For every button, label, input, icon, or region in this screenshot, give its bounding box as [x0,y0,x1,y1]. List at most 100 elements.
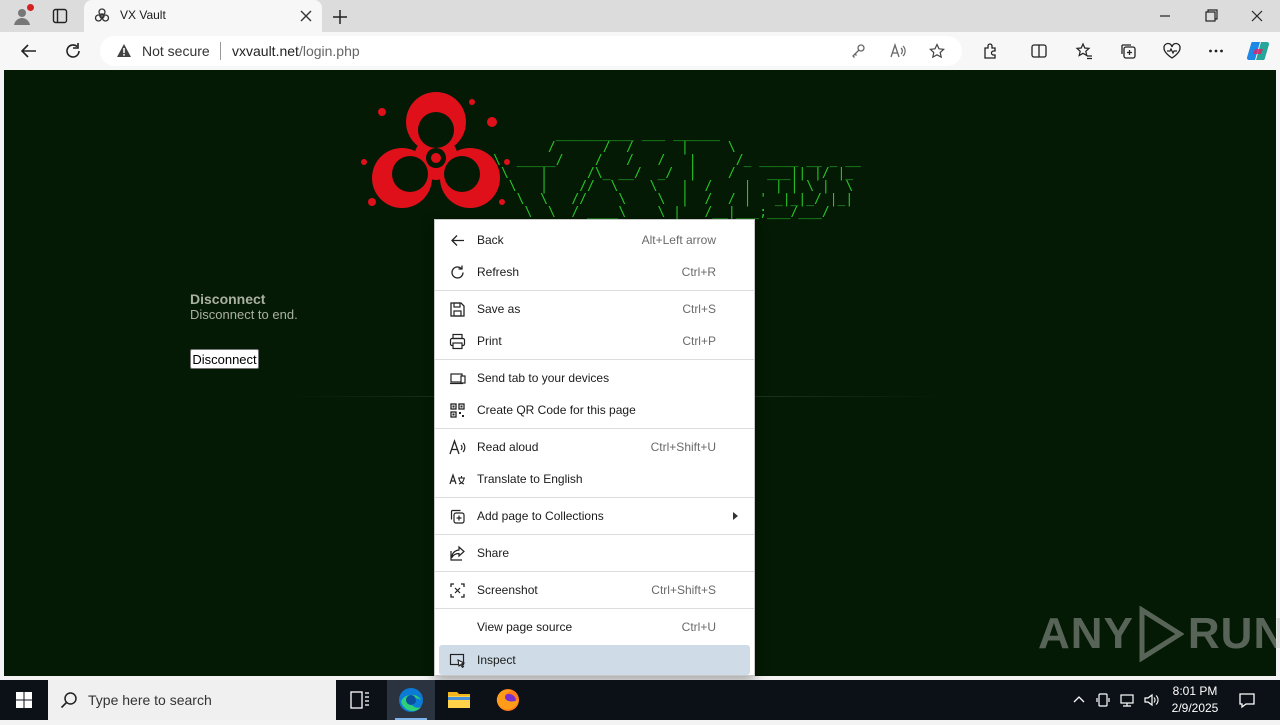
minimize-icon[interactable] [1150,6,1180,26]
tab-actions-icon[interactable] [52,8,68,24]
menu-item-label: Print [477,334,502,348]
clock-date: 2/9/2025 [1171,701,1219,715]
menu-item-view-source[interactable]: View page source Ctrl+U [439,612,750,642]
menu-divider [435,428,754,429]
menu-divider [435,290,754,291]
address-bar[interactable]: Not secure vxvault.net/login.php [100,36,962,66]
edge-taskbar-icon[interactable] [387,680,435,720]
disconnect-heading: Disconnect [190,291,266,307]
close-window-icon[interactable] [1242,6,1272,26]
collections-toolbar-icon[interactable] [1119,42,1137,60]
menu-item-read-aloud[interactable]: Read aloud Ctrl+Shift+U [439,432,750,462]
profile-badge [27,4,34,11]
menu-item-shortcut: Ctrl+P [682,334,716,348]
back-button-icon[interactable] [18,40,40,62]
volume-icon[interactable] [1143,692,1159,708]
menu-item-label: Screenshot [477,583,538,597]
menu-item-share[interactable]: Share [439,538,750,568]
notifications-icon[interactable] [1238,691,1256,709]
menu-item-print[interactable]: Print Ctrl+P [439,326,750,356]
search-icon [60,691,78,709]
extensions-icon[interactable] [982,42,1000,60]
back-arrow-icon [449,232,466,249]
menu-item-translate[interactable]: Translate to English [439,464,750,494]
menu-item-save-as[interactable]: Save as Ctrl+S [439,294,750,324]
play-icon [1139,606,1184,662]
inspect-icon [449,652,466,669]
menu-item-shortcut: Ctrl+S [682,302,716,316]
tab-title: VX Vault [120,8,166,22]
menu-item-shortcut: Ctrl+R [681,265,716,279]
favorites-icon[interactable] [1075,42,1093,60]
anyrun-watermark: ANY RUN [1038,606,1280,662]
menu-divider [435,534,754,535]
new-tab-icon[interactable] [330,7,350,27]
menu-item-shortcut: Ctrl+U [681,620,716,634]
save-icon [449,301,466,318]
menu-item-refresh[interactable]: Refresh Ctrl+R [439,257,750,287]
split-screen-icon[interactable] [1030,42,1048,60]
close-tab-icon[interactable] [298,8,314,24]
menu-item-label: Share [477,546,510,560]
menu-item-label: Refresh [477,265,520,279]
menu-divider [435,359,754,360]
favorite-star-icon[interactable] [928,43,946,59]
show-hidden-icons-icon[interactable] [1071,692,1087,708]
screenshot-icon [449,582,466,599]
menu-item-send-tab[interactable]: Send tab to your devices [439,363,750,393]
browser-toolbar: Not secure vxvault.net/login.php [0,32,1280,70]
security-status[interactable]: Not secure [142,43,210,59]
url-path: /login.php [298,43,360,59]
more-options-icon[interactable] [1207,42,1225,60]
vx-vault-ascii-logo: __________ ___ ______ / / / | \ \ _____/… [493,127,861,232]
menu-item-qr-code[interactable]: Create QR Code for this page [439,395,750,425]
warning-icon[interactable] [116,43,132,59]
refresh-button-icon[interactable] [62,40,84,62]
menu-item-label: Translate to English [477,472,583,486]
menu-item-label: View page source [477,620,573,634]
start-button-icon[interactable] [0,680,48,720]
menu-item-add-to-collections[interactable]: Add page to Collections [439,501,750,531]
menu-item-screenshot[interactable]: Screenshot Ctrl+Shift+S [439,575,750,605]
clock-time: 8:01 PM [1172,684,1218,698]
password-key-icon[interactable] [850,43,866,59]
tab-vx-vault[interactable]: VX Vault [84,0,322,32]
devices-icon [449,370,466,387]
qr-code-icon [449,402,466,419]
url-domain: vxvault.net [232,43,299,59]
disconnect-button[interactable]: Disconnect [190,349,259,369]
restore-icon[interactable] [1196,6,1226,26]
menu-divider [435,571,754,572]
address-separator [220,42,221,60]
menu-item-back[interactable]: Back Alt+Left arrow [439,225,750,255]
menu-item-label: Inspect [477,653,516,667]
watermark-any: ANY [1038,609,1134,658]
copilot-icon[interactable] [1246,40,1270,62]
refresh-icon [449,264,466,281]
device-icon[interactable] [1095,692,1111,708]
printer-icon [449,333,466,350]
firefox-icon[interactable] [484,680,532,720]
menu-item-shortcut: Ctrl+Shift+U [650,440,716,454]
menu-item-inspect[interactable]: Inspect [439,645,750,675]
browser-essentials-icon[interactable] [1163,42,1181,60]
network-icon[interactable] [1119,692,1135,708]
read-aloud-toolbar-icon[interactable] [890,42,906,59]
translate-icon [449,471,466,488]
menu-item-label: Add page to Collections [477,509,604,523]
disconnect-description: Disconnect to end. [190,307,298,322]
taskbar-search-box[interactable]: Type here to search [48,680,336,720]
system-clock[interactable]: 8:01 PM 2/9/2025 [1160,683,1230,717]
tab-strip: VX Vault [0,0,1280,32]
menu-divider [435,608,754,609]
file-explorer-icon[interactable] [435,680,483,720]
task-view-icon[interactable] [336,680,384,720]
menu-item-label: Read aloud [477,440,539,454]
collections-icon [449,508,466,525]
biohazard-favicon-icon [94,8,110,24]
menu-item-label: Send tab to your devices [477,371,610,385]
profile-avatar-icon[interactable] [12,4,34,26]
menu-divider [435,497,754,498]
url-text[interactable]: vxvault.net/login.php [232,43,360,59]
search-placeholder: Type here to search [88,692,212,708]
